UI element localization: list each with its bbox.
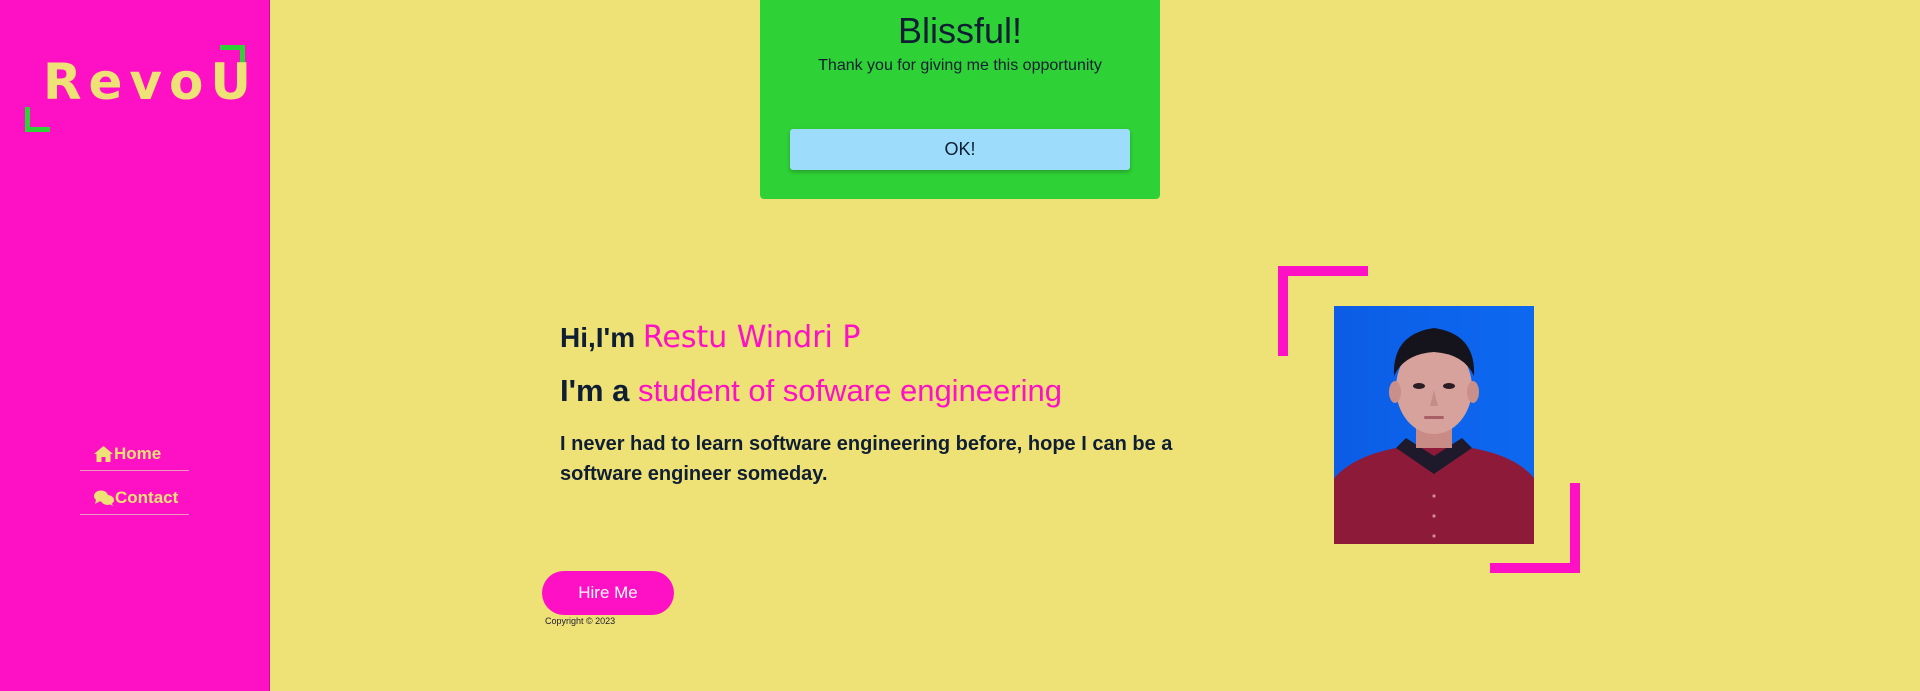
sidebar: RevoU Home Contact xyxy=(0,0,270,691)
hero-greeting: Hi,I'm Restu Windri P xyxy=(560,320,1200,355)
modal-message: Thank you for giving me this opportunity xyxy=(818,57,1102,74)
nav-item-home[interactable]: Home xyxy=(80,441,189,471)
profile-photo xyxy=(1334,306,1534,544)
hero-name: Restu Windri P xyxy=(642,320,861,355)
hire-me-button[interactable]: Hire Me xyxy=(542,571,674,615)
logo[interactable]: RevoU xyxy=(25,45,251,132)
role-prefix: I'm a xyxy=(560,373,630,408)
hero-section: Hi,I'm Restu Windri P I'm a student of s… xyxy=(560,320,1200,489)
nav-item-label: Home xyxy=(114,444,162,463)
home-icon xyxy=(94,446,113,462)
nav-item-label: Contact xyxy=(115,488,179,507)
success-modal: Blissful! Thank you for giving me this o… xyxy=(760,0,1160,199)
chat-bubbles-icon xyxy=(94,490,114,506)
nav-item-contact[interactable]: Contact xyxy=(80,485,189,515)
greeting-text: Hi,I'm xyxy=(560,322,636,353)
modal-title: Blissful! xyxy=(897,10,1023,51)
hero-role: I'm a student of sofware engineering xyxy=(560,373,1200,409)
sidebar-nav: Home Contact xyxy=(80,441,189,529)
hero-description: I never had to learn software engineerin… xyxy=(560,433,1173,485)
copyright-text: Copyright © 2023 xyxy=(545,616,616,626)
logo-text: RevoU xyxy=(43,53,258,111)
ok-button[interactable]: OK! xyxy=(790,129,1130,170)
role-text: student of sofware engineering xyxy=(638,373,1062,408)
